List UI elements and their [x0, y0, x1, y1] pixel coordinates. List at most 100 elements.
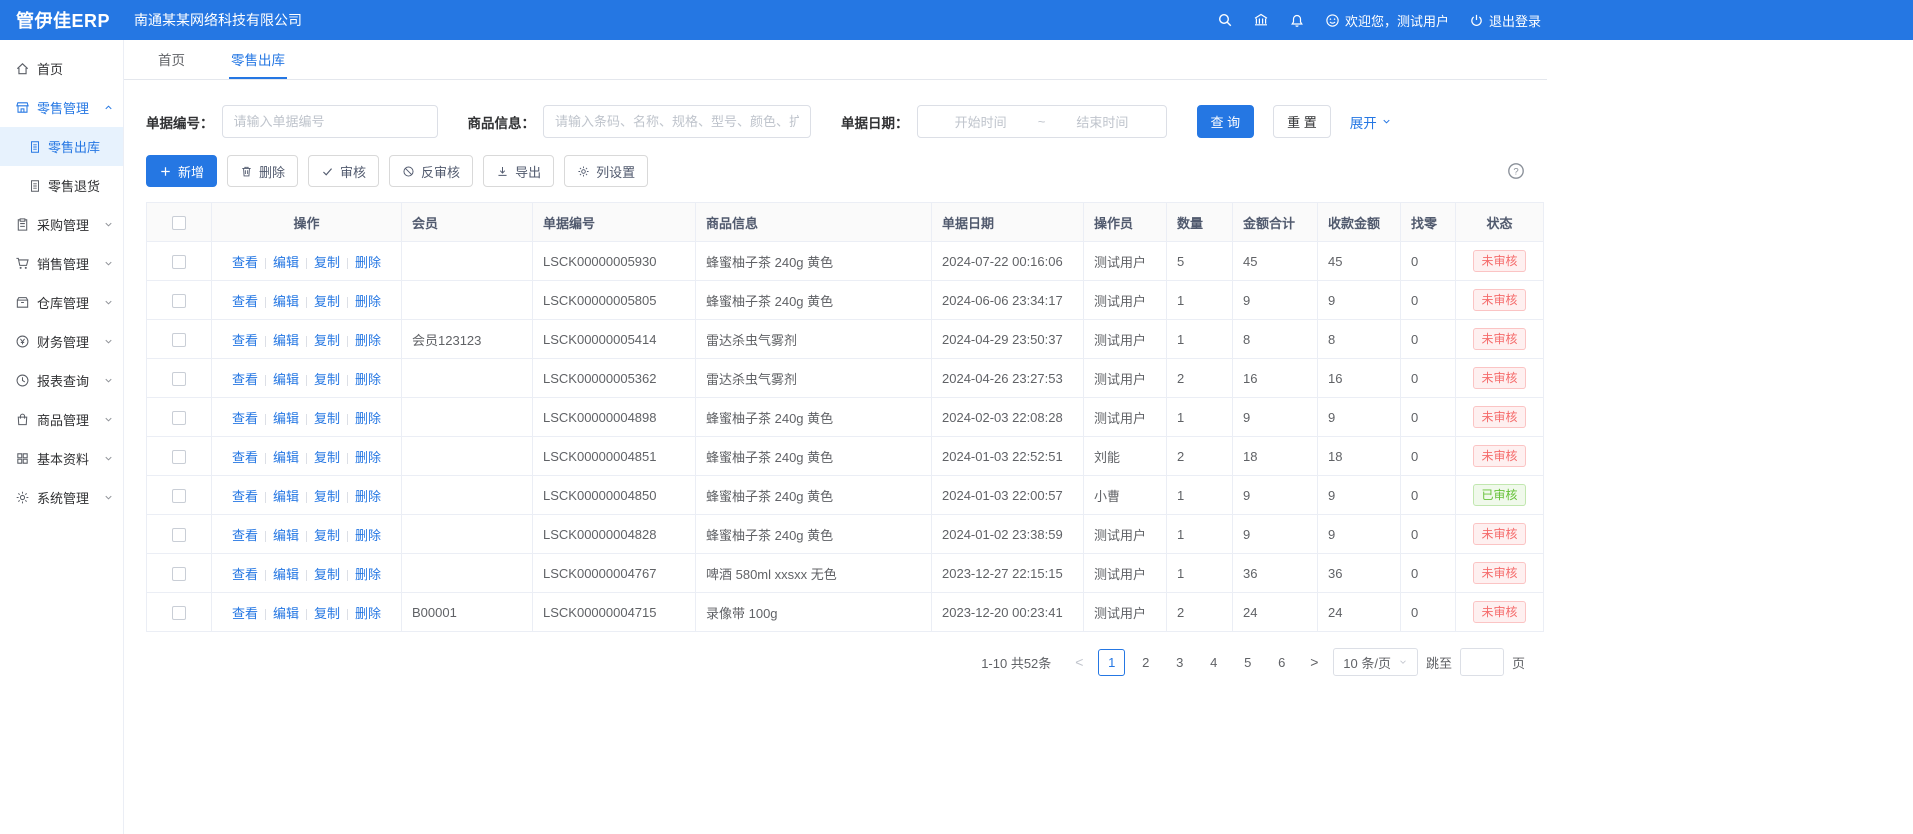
sidebar-subitem-retail-outbound[interactable]: 零售出库	[0, 127, 123, 166]
export-button[interactable]: 导出	[483, 155, 554, 187]
cell-operator: 测试用户	[1084, 554, 1167, 593]
view-link[interactable]: 查看	[232, 567, 258, 582]
prev-page-button[interactable]: <	[1068, 654, 1090, 670]
welcome-user[interactable]: 欢迎您，测试用户	[1325, 11, 1449, 30]
view-link[interactable]: 查看	[232, 372, 258, 387]
sidebar-item-report[interactable]: 报表查询	[0, 361, 123, 400]
delete-link[interactable]: 删除	[355, 411, 381, 426]
delete-link[interactable]: 删除	[355, 333, 381, 348]
sidebar-item-product[interactable]: 商品管理	[0, 400, 123, 439]
date-range-picker[interactable]: 开始时间 ~ 结束时间	[917, 105, 1167, 138]
edit-link[interactable]: 编辑	[273, 333, 299, 348]
page-button-1[interactable]: 1	[1098, 649, 1125, 676]
page-button-4[interactable]: 4	[1200, 649, 1227, 676]
copy-link[interactable]: 复制	[314, 255, 340, 270]
view-link[interactable]: 查看	[232, 411, 258, 426]
cell-date: 2024-01-03 22:00:57	[932, 476, 1084, 515]
add-button[interactable]: 新增	[146, 155, 217, 187]
sidebar-item-system[interactable]: 系统管理	[0, 478, 123, 517]
reset-button[interactable]: 重 置	[1273, 105, 1331, 138]
sidebar-item-home[interactable]: 首页	[0, 49, 123, 88]
doc-no-input[interactable]	[222, 105, 438, 138]
expand-link[interactable]: 展开	[1350, 112, 1392, 132]
sidebar-subitem-retail-return[interactable]: 零售退货	[0, 166, 123, 205]
edit-link[interactable]: 编辑	[273, 489, 299, 504]
row-checkbox[interactable]	[172, 294, 186, 308]
table-row: 查看编辑复制删除LSCK00000004828蜂蜜柚子茶 240g 黄色2024…	[147, 515, 1544, 554]
row-checkbox[interactable]	[172, 255, 186, 269]
audit-button[interactable]: 审核	[308, 155, 379, 187]
edit-link[interactable]: 编辑	[273, 372, 299, 387]
row-checkbox[interactable]	[172, 528, 186, 542]
delete-link[interactable]: 删除	[355, 567, 381, 582]
page-button-3[interactable]: 3	[1166, 649, 1193, 676]
row-checkbox[interactable]	[172, 372, 186, 386]
edit-link[interactable]: 编辑	[273, 294, 299, 309]
delete-link[interactable]: 删除	[355, 255, 381, 270]
action-divider	[306, 609, 307, 620]
page-button-6[interactable]: 6	[1268, 649, 1295, 676]
view-link[interactable]: 查看	[232, 489, 258, 504]
row-checkbox[interactable]	[172, 333, 186, 347]
product-info-input[interactable]	[543, 105, 811, 138]
view-link[interactable]: 查看	[232, 333, 258, 348]
bank-icon[interactable]	[1253, 12, 1269, 28]
copy-link[interactable]: 复制	[314, 606, 340, 621]
row-checkbox[interactable]	[172, 567, 186, 581]
cell-received: 9	[1318, 281, 1401, 320]
copy-link[interactable]: 复制	[314, 333, 340, 348]
sidebar-item-finance[interactable]: 财务管理	[0, 322, 123, 361]
bell-icon[interactable]	[1289, 12, 1305, 28]
edit-link[interactable]: 编辑	[273, 411, 299, 426]
delete-link[interactable]: 删除	[355, 528, 381, 543]
row-checkbox[interactable]	[172, 489, 186, 503]
next-page-button[interactable]: >	[1303, 654, 1325, 670]
copy-link[interactable]: 复制	[314, 528, 340, 543]
page-button-2[interactable]: 2	[1132, 649, 1159, 676]
delete-link[interactable]: 删除	[355, 294, 381, 309]
columns-button[interactable]: 列设置	[564, 155, 648, 187]
sidebar-item-warehouse[interactable]: 仓库管理	[0, 283, 123, 322]
sidebar-item-retail[interactable]: 零售管理	[0, 88, 123, 127]
select-all-checkbox[interactable]	[172, 216, 186, 230]
copy-link[interactable]: 复制	[314, 450, 340, 465]
copy-link[interactable]: 复制	[314, 489, 340, 504]
edit-link[interactable]: 编辑	[273, 567, 299, 582]
jump-page-input[interactable]	[1460, 648, 1504, 676]
delete-link[interactable]: 删除	[355, 489, 381, 504]
row-checkbox[interactable]	[172, 450, 186, 464]
delete-link[interactable]: 删除	[355, 450, 381, 465]
page-size-select[interactable]: 10 条/页	[1333, 648, 1418, 676]
row-checkbox[interactable]	[172, 606, 186, 620]
row-checkbox[interactable]	[172, 411, 186, 425]
copy-link[interactable]: 复制	[314, 411, 340, 426]
search-icon[interactable]	[1217, 12, 1233, 28]
delete-link[interactable]: 删除	[355, 606, 381, 621]
copy-link[interactable]: 复制	[314, 372, 340, 387]
view-link[interactable]: 查看	[232, 606, 258, 621]
tab-retail-outbound[interactable]: 零售出库	[229, 40, 287, 79]
logout-button[interactable]: 退出登录	[1469, 11, 1541, 30]
tab-home[interactable]: 首页	[156, 40, 187, 79]
copy-link[interactable]: 复制	[314, 567, 340, 582]
edit-link[interactable]: 编辑	[273, 606, 299, 621]
page-button-5[interactable]: 5	[1234, 649, 1261, 676]
sidebar-item-sales[interactable]: 销售管理	[0, 244, 123, 283]
delete-link[interactable]: 删除	[355, 372, 381, 387]
edit-link[interactable]: 编辑	[273, 528, 299, 543]
delete-button[interactable]: 删除	[227, 155, 298, 187]
sidebar-item-purchase[interactable]: 采购管理	[0, 205, 123, 244]
view-link[interactable]: 查看	[232, 450, 258, 465]
search-button[interactable]: 查 询	[1197, 105, 1255, 138]
edit-link[interactable]: 编辑	[273, 450, 299, 465]
view-link[interactable]: 查看	[232, 255, 258, 270]
end-date-placeholder: 结束时间	[1049, 112, 1155, 131]
help-icon[interactable]: ?	[1507, 162, 1525, 180]
edit-link[interactable]: 编辑	[273, 255, 299, 270]
sidebar-item-basic[interactable]: 基本资料	[0, 439, 123, 478]
copy-link[interactable]: 复制	[314, 294, 340, 309]
view-link[interactable]: 查看	[232, 294, 258, 309]
action-divider	[347, 609, 348, 620]
view-link[interactable]: 查看	[232, 528, 258, 543]
unaudit-button[interactable]: 反审核	[389, 155, 473, 187]
